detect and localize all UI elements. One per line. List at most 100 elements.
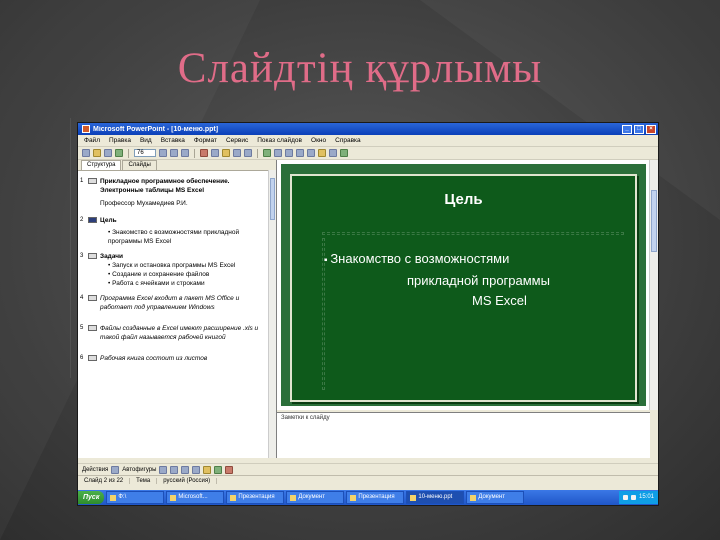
app-icon	[470, 494, 477, 501]
slide-icon	[88, 295, 97, 301]
undo-icon[interactable]	[233, 149, 241, 157]
powerpoint-icon	[410, 494, 417, 501]
slide-icon	[88, 178, 97, 184]
outline-slide-4[interactable]: 4 Программа Excel входит в пакет MS Offi…	[78, 294, 276, 312]
outline-scrollbar[interactable]	[268, 170, 276, 458]
open-icon[interactable]	[93, 149, 101, 157]
taskbar-item[interactable]: Документ	[466, 491, 525, 504]
standard-toolbar: 76	[78, 147, 658, 160]
start-button[interactable]: Пуск	[78, 491, 105, 504]
arrow-icon[interactable]	[170, 465, 179, 474]
menu-file[interactable]: Файл	[84, 137, 100, 144]
slide-icon	[88, 355, 97, 361]
taskbar-item-active[interactable]: 10-меню.ppt	[406, 491, 465, 504]
scrollbar-thumb[interactable]	[651, 190, 657, 252]
cut-icon[interactable]	[200, 149, 208, 157]
slide-title[interactable]: Цель	[292, 191, 635, 208]
window-titlebar: Microsoft PowerPoint - [10-меню.ppt] _ □…	[78, 123, 658, 135]
current-slide[interactable]: Цель Знакомство с возможностями прикладн…	[290, 174, 637, 402]
line-color-icon[interactable]	[214, 465, 223, 474]
close-icon[interactable]: ×	[646, 124, 656, 134]
underline-icon[interactable]	[181, 149, 189, 157]
slide-body-line: прикладной программы	[407, 273, 550, 288]
outline-slide-1[interactable]: 1 Прикладное программное обеспечение. Эл…	[78, 177, 276, 208]
powerpoint-screenshot: Microsoft PowerPoint - [10-меню.ppt] _ □…	[77, 122, 659, 506]
menu-view[interactable]: Вид	[140, 137, 152, 144]
italic-icon[interactable]	[170, 149, 178, 157]
notes-placeholder: Заметки к слайду	[281, 415, 330, 421]
align-right-icon[interactable]	[307, 149, 315, 157]
line-icon[interactable]	[159, 465, 168, 474]
draw-menu[interactable]: Действия	[82, 467, 108, 473]
fill-color-icon[interactable]	[203, 465, 212, 474]
oval-icon[interactable]	[192, 465, 201, 474]
volume-icon[interactable]	[630, 495, 636, 500]
slide-body[interactable]: Знакомство с возможностями прикладной пр…	[324, 249, 623, 311]
slide-pane: Цель Знакомство с возможностями прикладн…	[277, 160, 658, 458]
outline-slide-2[interactable]: 2 Цель Знакомство с возможностями прикла…	[78, 216, 276, 246]
maximize-icon[interactable]: □	[634, 124, 644, 134]
page-title: Слайдтің құрлымы	[177, 45, 543, 92]
paste-icon[interactable]	[222, 149, 230, 157]
text-color-icon[interactable]	[225, 465, 234, 474]
app-icon	[290, 494, 297, 501]
outline-slide-5[interactable]: 5 Файлы созданные в Excel имеют расширен…	[78, 324, 276, 342]
drawing-toolbar: Действия Автофигуры	[78, 463, 658, 475]
menu-help[interactable]: Справка	[335, 137, 361, 144]
scrollbar-thumb[interactable]	[270, 178, 275, 220]
zoom-select[interactable]: 76	[134, 149, 156, 157]
menu-slideshow[interactable]: Показ слайдов	[257, 137, 302, 144]
insert-table-icon[interactable]	[274, 149, 282, 157]
align-left-icon[interactable]	[285, 149, 293, 157]
workspace: Структура Слайды 1 Прикладное программно…	[78, 160, 658, 458]
language-icon[interactable]	[622, 495, 628, 500]
bold-icon[interactable]	[159, 149, 167, 157]
menu-bar: Файл Правка Вид Вставка Формат Сервис По…	[78, 135, 658, 147]
minimize-icon[interactable]: _	[622, 124, 632, 134]
outline-slide-6[interactable]: 6 Рабочая книга состоит из листов	[78, 354, 276, 363]
status-design: Тема	[130, 478, 158, 484]
menu-tools[interactable]: Сервис	[226, 137, 248, 144]
status-slide-count: Слайд 2 из 22	[78, 478, 131, 484]
notes-pane[interactable]: Заметки к слайду	[277, 412, 650, 458]
outline-slide-3[interactable]: 3 Задачи Запуск и остановка программы MS…	[78, 252, 276, 288]
outline-pane: Структура Слайды 1 Прикладное программно…	[78, 160, 277, 458]
windows-taskbar: Пуск Ф:\ Microsoft... Презентация Докуме…	[78, 490, 658, 505]
menu-edit[interactable]: Правка	[109, 137, 131, 144]
slide-icon	[88, 325, 97, 331]
autoshapes-menu[interactable]: Автофигуры	[122, 467, 156, 473]
folder-icon	[110, 494, 117, 501]
copy-icon[interactable]	[211, 149, 219, 157]
slide-body-line: Знакомство с возможностями	[324, 249, 623, 271]
design-icon[interactable]	[329, 149, 337, 157]
slide-editing-area: Цель Знакомство с возможностями прикладн…	[277, 160, 650, 410]
print-icon[interactable]	[115, 149, 123, 157]
taskbar-item[interactable]: Документ	[286, 491, 345, 504]
align-center-icon[interactable]	[296, 149, 304, 157]
select-arrow-icon[interactable]	[111, 465, 120, 474]
placeholder-guide	[322, 232, 624, 235]
slide-scrollbar[interactable]	[649, 160, 658, 410]
menu-format[interactable]: Формат	[194, 137, 217, 144]
menu-window[interactable]: Окно	[311, 137, 326, 144]
taskbar-item[interactable]: Ф:\	[106, 491, 165, 504]
taskbar-item[interactable]: Презентация	[346, 491, 405, 504]
taskbar-item[interactable]: Microsoft...	[166, 491, 225, 504]
tab-slides[interactable]: Слайды	[122, 160, 157, 170]
tab-outline[interactable]: Структура	[81, 160, 122, 170]
background-line	[70, 118, 71, 378]
menu-insert[interactable]: Вставка	[161, 137, 185, 144]
save-icon[interactable]	[104, 149, 112, 157]
new-icon[interactable]	[82, 149, 90, 157]
outline-tabs: Структура Слайды	[78, 160, 276, 171]
font-color-icon[interactable]	[318, 149, 326, 157]
window-title: Microsoft PowerPoint - [10-меню.ppt]	[93, 125, 219, 133]
insert-chart-icon[interactable]	[263, 149, 271, 157]
taskbar-item[interactable]: Презентация	[226, 491, 285, 504]
redo-icon[interactable]	[244, 149, 252, 157]
new-slide-icon[interactable]	[340, 149, 348, 157]
powerpoint-app-icon	[82, 125, 90, 133]
toolbar-separator	[128, 148, 129, 158]
clock: 15:01	[638, 494, 654, 500]
rectangle-icon[interactable]	[181, 465, 190, 474]
